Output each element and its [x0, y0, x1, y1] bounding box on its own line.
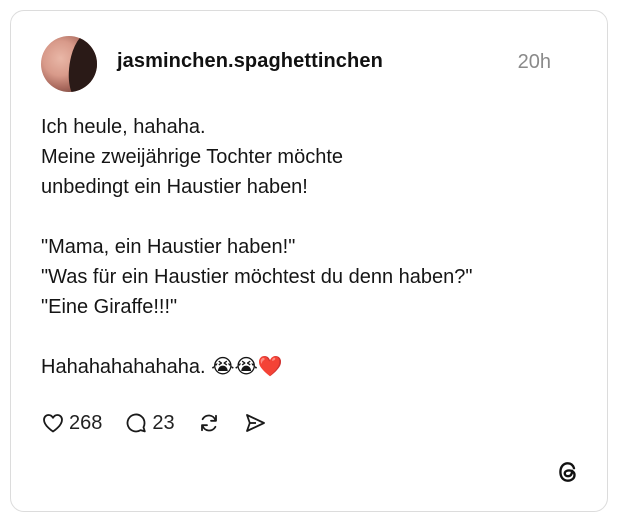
post-line-blank	[41, 202, 581, 232]
reply-count: 23	[152, 411, 175, 434]
username[interactable]: jasminchen.spaghettinchen	[117, 50, 383, 73]
avatar[interactable]	[41, 36, 97, 92]
reply-button[interactable]: 23	[124, 411, 175, 435]
post-line: "Mama, ein Haustier haben!"	[41, 236, 296, 258]
post-line: Meine zweijährige Tochter möchte	[41, 146, 344, 168]
post-line: unbedingt ein Haustier haben!	[41, 176, 308, 198]
post-line: Ich heule, hahaha.	[41, 116, 206, 138]
post-line: "Eine Giraffe!!!"	[41, 296, 178, 318]
like-button[interactable]: 268	[41, 411, 102, 435]
share-icon	[245, 414, 265, 432]
repost-icon	[200, 414, 217, 432]
threads-logo-icon	[559, 462, 576, 482]
post-line-blank	[41, 322, 581, 352]
repost-button[interactable]	[197, 411, 221, 435]
post-text: Ich heule, hahaha. Meine zweijährige Toc…	[41, 112, 581, 382]
heart-icon	[43, 414, 63, 433]
reply-icon	[127, 413, 147, 433]
post-card: jasminchen.spaghettinchen 20h Ich heule,…	[10, 10, 608, 512]
share-button[interactable]	[243, 411, 267, 435]
like-count: 268	[69, 411, 103, 434]
post-line: "Was für ein Haustier möchtest du denn h…	[41, 266, 473, 288]
post-line: Hahahahahahaha. 😭😭❤️	[41, 356, 283, 378]
post-time: 20h	[517, 51, 551, 73]
action-bar: 268 23	[41, 409, 289, 437]
